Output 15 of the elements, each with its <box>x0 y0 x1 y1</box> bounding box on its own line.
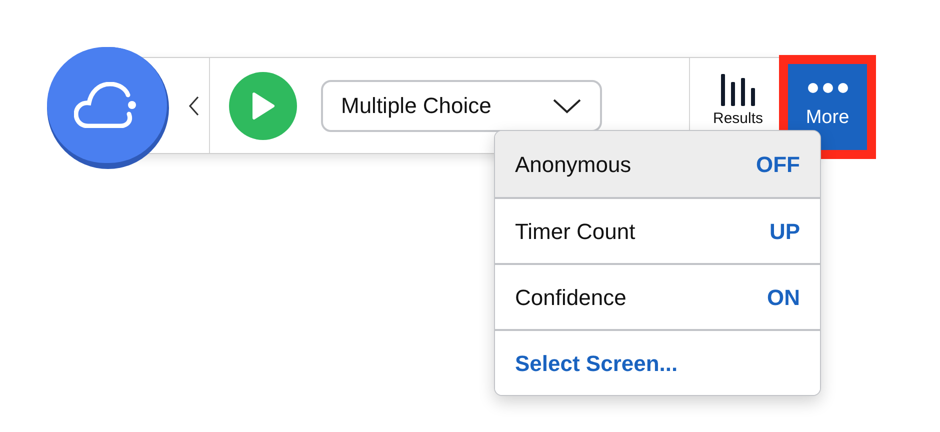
more-button[interactable]: More <box>788 64 867 150</box>
bar-chart-icon <box>720 74 756 106</box>
option-label: Timer Count <box>515 218 636 246</box>
menu-item[interactable]: Confidence ON <box>495 263 820 329</box>
play-icon <box>250 90 276 120</box>
menu-item[interactable]: Timer Count UP <box>495 197 820 263</box>
option-value: OFF <box>756 150 800 178</box>
chevron-down-icon <box>552 98 582 114</box>
option-value: ON <box>767 284 800 312</box>
ellipsis-icon <box>806 82 848 94</box>
option-label: Confidence <box>515 284 626 312</box>
select-screen-link[interactable]: Select Screen... <box>495 329 820 395</box>
menu-item[interactable]: Anonymous OFF <box>495 131 820 197</box>
option-label: Anonymous <box>515 150 632 179</box>
option-value: UP <box>769 218 800 246</box>
